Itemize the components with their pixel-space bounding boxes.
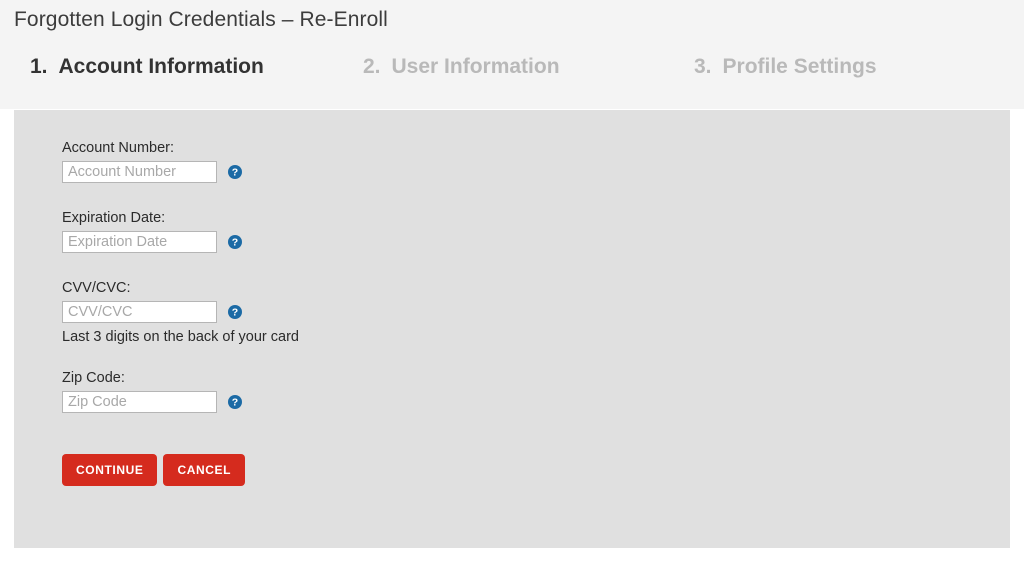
svg-text:?: ?	[232, 237, 238, 249]
account-information-form: Account Number: ? Expiration Date: ?	[62, 139, 299, 486]
field-cvv-cvc: CVV/CVC: ? Last 3 digits on the back of …	[62, 279, 299, 346]
continue-button[interactable]: CONTINUE	[62, 454, 158, 486]
field-label: Zip Code:	[62, 370, 125, 386]
svg-text:?: ?	[232, 167, 238, 179]
input-row: ?	[62, 391, 299, 413]
field-label: Account Number:	[62, 140, 175, 156]
input-row: ?	[62, 161, 299, 183]
cancel-button[interactable]: CANCEL	[163, 454, 246, 486]
svg-text:?: ?	[232, 307, 238, 319]
step-number: 3.	[694, 55, 712, 78]
field-account-number: Account Number: ?	[62, 139, 299, 183]
content-panel: Account Number: ? Expiration Date: ?	[14, 110, 1010, 548]
zip-code-input[interactable]	[62, 391, 217, 413]
help-question-icon[interactable]: ?	[228, 235, 242, 249]
help-question-icon[interactable]: ?	[228, 305, 242, 319]
input-row: ?	[62, 301, 299, 323]
step-number: 2.	[363, 55, 381, 78]
svg-text:?: ?	[232, 397, 238, 409]
form-actions: CONTINUE CANCEL	[62, 454, 299, 486]
cvv-hint-text: Last 3 digits on the back of your card	[62, 329, 299, 345]
step-label: Account Information	[58, 55, 264, 78]
step-item-profile-settings[interactable]: 3. Profile Settings	[694, 50, 877, 84]
input-row: ?	[62, 231, 299, 253]
step-item-user-information[interactable]: 2. User Information	[363, 50, 560, 84]
help-question-icon[interactable]: ?	[228, 165, 242, 179]
cvv-cvc-input[interactable]	[62, 301, 217, 323]
field-label: Expiration Date:	[62, 210, 166, 226]
step-label: Profile Settings	[722, 55, 877, 78]
field-expiration-date: Expiration Date: ?	[62, 209, 299, 253]
expiration-date-input[interactable]	[62, 231, 217, 253]
field-label: CVV/CVC:	[62, 280, 131, 296]
help-question-icon[interactable]: ?	[228, 395, 242, 409]
step-indicator: 1. Account Information 2. User Information…	[0, 50, 1024, 84]
page-root: Forgotten Login Credentials – Re-Enroll …	[0, 0, 1024, 564]
account-number-input[interactable]	[62, 161, 217, 183]
page-header: Forgotten Login Credentials – Re-Enroll …	[0, 0, 1024, 109]
page-title: Forgotten Login Credentials – Re-Enroll	[14, 8, 388, 31]
step-item-account-information[interactable]: 1. Account Information	[30, 50, 264, 84]
step-number: 1.	[30, 55, 48, 78]
field-zip-code: Zip Code: ?	[62, 369, 299, 413]
step-label: User Information	[391, 55, 560, 78]
